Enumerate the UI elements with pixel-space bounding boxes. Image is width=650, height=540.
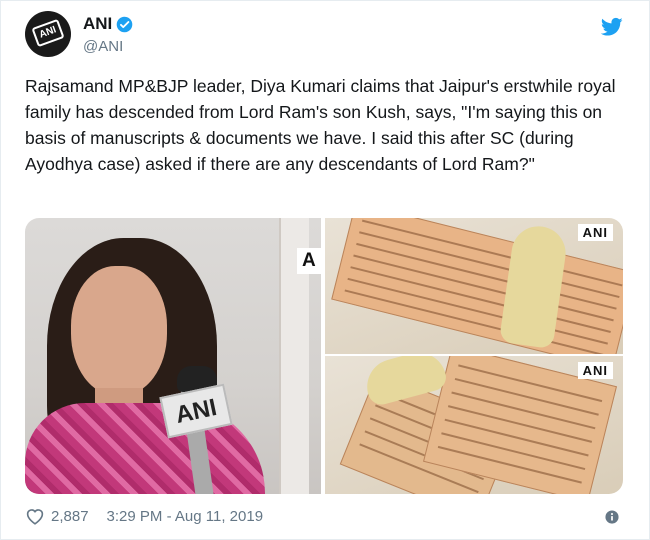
- media-grid: A ANI ANI ANI: [25, 218, 623, 494]
- tweet-footer: 2,887 3:29 PM - Aug 11, 2019: [25, 507, 263, 525]
- ani-watermark-partial: A: [297, 248, 321, 274]
- twitter-bird-icon[interactable]: [601, 17, 623, 37]
- ani-watermark: ANI: [577, 224, 613, 241]
- timestamp[interactable]: 3:29 PM - Aug 11, 2019: [107, 508, 264, 525]
- info-icon[interactable]: [605, 510, 619, 524]
- ani-watermark: ANI: [577, 362, 613, 379]
- avatar[interactable]: ANI: [25, 11, 71, 57]
- author-handle[interactable]: @ANI: [83, 38, 123, 55]
- verified-badge-icon: [116, 16, 133, 32]
- text-line: [347, 277, 608, 345]
- author-name-row: ANI: [83, 14, 133, 34]
- photo-manuscript-bottom[interactable]: ANI: [325, 356, 623, 494]
- display-name[interactable]: ANI: [83, 14, 112, 34]
- tweet-text: Rajsamand MP&BJP leader, Diya Kumari cla…: [25, 76, 616, 174]
- heart-icon[interactable]: [25, 507, 45, 525]
- photo-diya-kumari[interactable]: A ANI: [25, 218, 321, 494]
- tweet-card: ANI ANI @ANI Rajsamand MP&BJP leader, Di…: [0, 0, 650, 540]
- ani-logo: ANI: [31, 18, 65, 48]
- like-count[interactable]: 2,887: [51, 508, 89, 525]
- photo-manuscript-top[interactable]: ANI: [325, 218, 623, 354]
- face-shape: [71, 266, 167, 396]
